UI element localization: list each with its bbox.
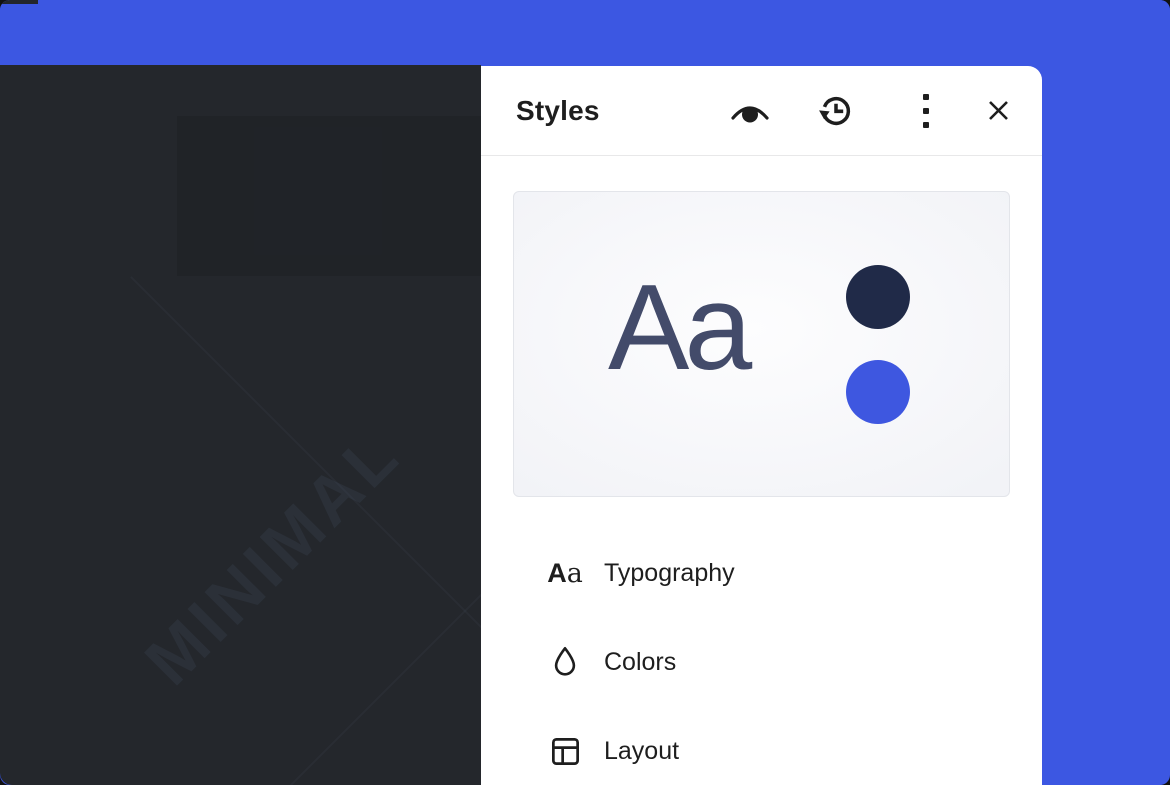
window-corner-strip: [0, 0, 38, 4]
menu-item-label: Colors: [604, 648, 676, 677]
font-specimen-text: Aa: [608, 266, 747, 388]
styles-menu: Aa Typography Colors: [513, 549, 1010, 775]
menu-item-layout[interactable]: Layout: [513, 727, 1010, 775]
styles-panel-body: Aa Aa Typography Colors: [481, 191, 1042, 775]
admin-top-bar: [0, 0, 1170, 65]
dimmed-content-block: [177, 116, 481, 276]
style-book-button[interactable]: [730, 91, 770, 131]
canvas-watermark-text: MINIMAL: [130, 415, 416, 701]
panel-title: Styles: [516, 95, 600, 127]
styles-panel: Styles: [481, 66, 1042, 785]
palette-blue-circle: [846, 360, 910, 424]
typography-aa-icon: Aa: [545, 553, 585, 593]
styles-panel-header: Styles: [481, 66, 1042, 156]
close-panel-button[interactable]: [978, 91, 1018, 131]
revisions-button[interactable]: [816, 91, 856, 131]
kebab-vertical-dots-icon: [923, 94, 929, 128]
menu-item-label: Layout: [604, 737, 679, 766]
menu-item-typography[interactable]: Aa Typography: [513, 549, 1010, 597]
app-frame: MINIMAL Styles: [0, 0, 1170, 785]
close-x-icon: [985, 97, 1012, 124]
layout-grid-icon: [545, 731, 585, 771]
editor-canvas[interactable]: MINIMAL: [0, 65, 481, 785]
palette-dark-circle: [846, 265, 910, 329]
styles-preview-card[interactable]: Aa: [513, 191, 1010, 497]
menu-item-label: Typography: [604, 559, 735, 588]
color-drop-icon: [545, 642, 585, 682]
menu-item-colors[interactable]: Colors: [513, 638, 1010, 686]
history-clock-icon: [816, 91, 856, 131]
eye-icon: [730, 96, 770, 126]
more-options-button[interactable]: [906, 91, 946, 131]
